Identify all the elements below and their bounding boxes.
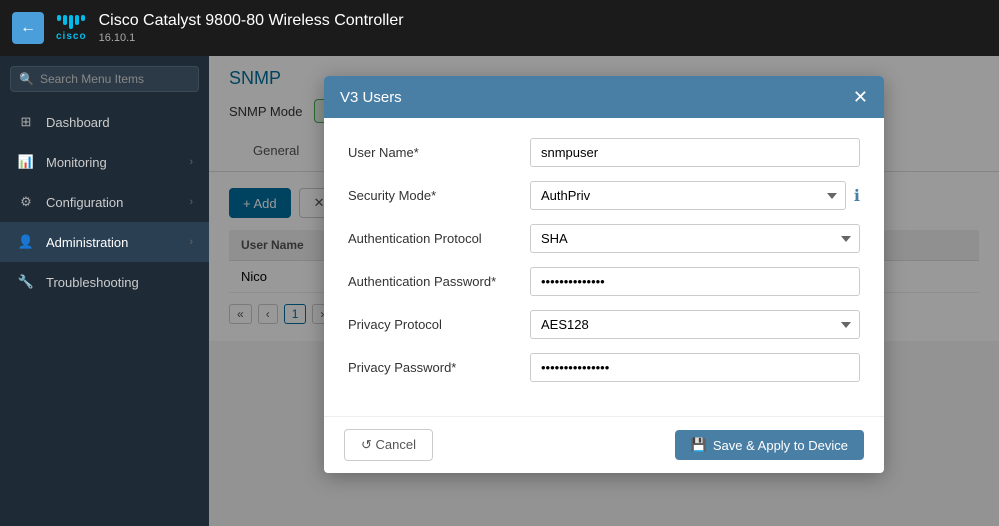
- security-mode-wrapper: NoAuthNoPriv AuthNoPriv AuthPriv ℹ: [530, 181, 860, 210]
- search-icon: 🔍: [19, 72, 34, 86]
- content-area: SNMP SNMP Mode ENABLED 👁 General Communi…: [209, 56, 999, 526]
- auth-password-label: Authentication Password*: [348, 274, 518, 289]
- main-layout: 🔍 ⊞ Dashboard 📊 Monitoring › ⚙ Configura…: [0, 56, 999, 526]
- auth-protocol-row: Authentication Protocol MD5 SHA: [348, 224, 860, 253]
- info-icon[interactable]: ℹ: [854, 186, 860, 206]
- privacy-protocol-label: Privacy Protocol: [348, 317, 518, 332]
- username-row: User Name*: [348, 138, 860, 167]
- privacy-protocol-wrapper: DES AES128 AES256: [530, 310, 860, 339]
- modal-title: V3 Users: [340, 89, 402, 106]
- modal-header: V3 Users ✕: [324, 76, 884, 118]
- privacy-password-row: Privacy Password*: [348, 353, 860, 382]
- auth-password-row: Authentication Password*: [348, 267, 860, 296]
- modal-overlay: V3 Users ✕ User Name* Security Mode*: [209, 56, 999, 526]
- auth-protocol-select[interactable]: MD5 SHA: [530, 224, 860, 253]
- security-mode-row: Security Mode* NoAuthNoPriv AuthNoPriv A…: [348, 181, 860, 210]
- sidebar-item-label: Dashboard: [46, 115, 193, 130]
- auth-password-input[interactable]: [530, 267, 860, 296]
- privacy-protocol-select[interactable]: DES AES128 AES256: [530, 310, 860, 339]
- cancel-button[interactable]: ↺ Cancel: [344, 429, 433, 461]
- cisco-logo-text: cisco: [56, 31, 87, 42]
- sidebar-item-label: Troubleshooting: [46, 275, 193, 290]
- v3-users-modal: V3 Users ✕ User Name* Security Mode*: [324, 76, 884, 473]
- security-mode-select[interactable]: NoAuthNoPriv AuthNoPriv AuthPriv: [530, 181, 846, 210]
- person-icon: 👤: [16, 234, 36, 250]
- back-button[interactable]: ←: [12, 12, 44, 44]
- sidebar-item-dashboard[interactable]: ⊞ Dashboard: [0, 102, 209, 142]
- gear-icon: ⚙: [16, 194, 36, 210]
- modal-close-button[interactable]: ✕: [853, 88, 868, 106]
- chart-icon: 📊: [16, 154, 36, 170]
- grid-icon: ⊞: [16, 114, 36, 130]
- chevron-right-icon: ›: [189, 156, 193, 168]
- modal-body: User Name* Security Mode* NoAuthNoPriv A…: [324, 118, 884, 416]
- sidebar: 🔍 ⊞ Dashboard 📊 Monitoring › ⚙ Configura…: [0, 56, 209, 526]
- sidebar-item-label: Administration: [46, 235, 179, 250]
- sidebar-item-label: Configuration: [46, 195, 179, 210]
- sidebar-item-label: Monitoring: [46, 155, 179, 170]
- chevron-right-icon: ›: [189, 236, 193, 248]
- save-icon: 💾: [691, 437, 707, 453]
- username-input[interactable]: [530, 138, 860, 167]
- auth-protocol-wrapper: MD5 SHA: [530, 224, 860, 253]
- sidebar-item-administration[interactable]: 👤 Administration ›: [0, 222, 209, 262]
- username-label: User Name*: [348, 145, 518, 160]
- sidebar-item-monitoring[interactable]: 📊 Monitoring ›: [0, 142, 209, 182]
- privacy-password-input[interactable]: [530, 353, 860, 382]
- save-apply-button[interactable]: 💾 Save & Apply to Device: [675, 430, 864, 460]
- sidebar-item-configuration[interactable]: ⚙ Configuration ›: [0, 182, 209, 222]
- top-bar: ← cisco Cisco Catalyst 9800-80 Wireless …: [0, 0, 999, 56]
- sidebar-item-troubleshooting[interactable]: 🔧 Troubleshooting: [0, 262, 209, 302]
- wrench-icon: 🔧: [16, 274, 36, 290]
- device-info: Cisco Catalyst 9800-80 Wireless Controll…: [99, 12, 404, 44]
- cisco-logo-bars: [57, 15, 85, 29]
- privacy-password-label: Privacy Password*: [348, 360, 518, 375]
- cisco-logo: cisco: [56, 15, 87, 42]
- auth-protocol-label: Authentication Protocol: [348, 231, 518, 246]
- device-subtitle: 16.10.1: [99, 32, 404, 44]
- privacy-protocol-row: Privacy Protocol DES AES128 AES256: [348, 310, 860, 339]
- sidebar-search[interactable]: 🔍: [10, 66, 199, 92]
- modal-footer: ↺ Cancel 💾 Save & Apply to Device: [324, 416, 884, 473]
- save-apply-label: Save & Apply to Device: [713, 438, 848, 453]
- chevron-right-icon: ›: [189, 196, 193, 208]
- search-input[interactable]: [40, 72, 195, 86]
- security-mode-label: Security Mode*: [348, 188, 518, 203]
- device-title: Cisco Catalyst 9800-80 Wireless Controll…: [99, 12, 404, 30]
